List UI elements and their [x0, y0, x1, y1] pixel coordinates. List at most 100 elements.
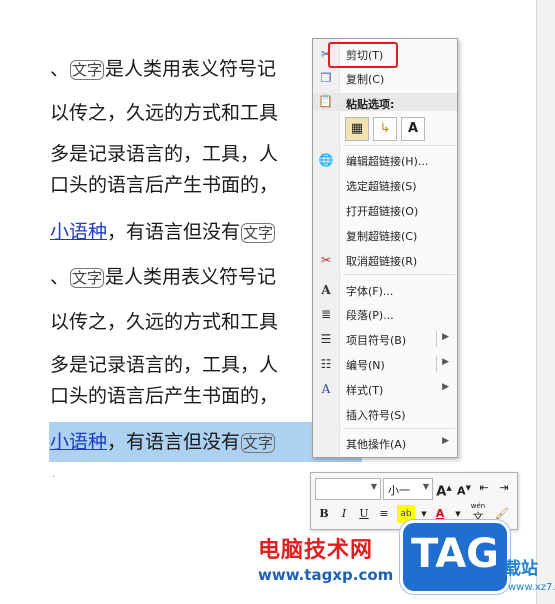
- submenu-arrow-icon: ▶: [442, 332, 449, 342]
- copy-icon: ❐: [320, 71, 332, 85]
- doc-line-5[interactable]: 小语种，有语言但没有 文字: [50, 219, 276, 245]
- submenu-arrow-icon: ▶: [442, 436, 449, 446]
- center-align-button[interactable]: ≡: [375, 505, 393, 523]
- paste-options-header: 📋 粘贴选项:: [313, 93, 457, 111]
- doc-line-4[interactable]: 口头的语言后产生书面的，: [50, 172, 278, 198]
- menu-label-styles: 样式(T): [346, 384, 384, 397]
- fancy-text: 文字: [241, 433, 276, 453]
- menu-label-copy: 复制(C): [346, 73, 385, 86]
- menu-label-bullets: 项目符号(B): [346, 334, 407, 347]
- highlight-annotation-box: [328, 42, 398, 68]
- menu-label-paste-options: 粘贴选项:: [346, 98, 395, 111]
- menu-label-edit-hyperlink: 编辑超链接(H)...: [346, 155, 429, 168]
- numbering-icon: ☷: [320, 357, 332, 371]
- underline-button[interactable]: U: [355, 505, 373, 523]
- line-text: 多是记录语言的，工具，人: [50, 354, 279, 376]
- menu-item-other-actions[interactable]: 其他操作(A) ▶: [313, 432, 457, 454]
- italic-button[interactable]: I: [335, 505, 353, 523]
- fancy-text: 文字: [70, 268, 105, 288]
- menu-label-copy-hyperlink: 复制超链接(C): [346, 230, 418, 243]
- menu-item-open-hyperlink[interactable]: 打开超链接(O): [313, 199, 457, 221]
- bullets-icon: ☰: [320, 332, 332, 346]
- menu-label-font: 字体(F)...: [346, 285, 394, 298]
- line-text: 是人类用表义符号记: [105, 266, 277, 288]
- menu-separator: [343, 145, 455, 146]
- fancy-text: 文字: [70, 60, 105, 80]
- watermark-url: www.tagxp.com: [258, 566, 394, 584]
- clipboard-icon: 📋: [318, 94, 333, 108]
- menu-separator: [343, 274, 455, 275]
- line-prefix: 、: [50, 266, 70, 288]
- line-text: 以传之，久远的方式和工具: [50, 102, 279, 124]
- doc-line-1[interactable]: 、文字 是人类用表义符号记: [50, 56, 276, 82]
- watermark-tag-logo: TAG: [400, 520, 510, 594]
- submenu-arrow-icon: ▶: [442, 357, 449, 367]
- line-text: 多是记录语言的，工具，人: [50, 143, 279, 165]
- watermark-site-name: 电脑技术网: [258, 538, 374, 563]
- menu-item-styles[interactable]: A 样式(T) ▶: [313, 378, 457, 400]
- menu-item-remove-hyperlink[interactable]: ✂ 取消超链接(R): [313, 249, 457, 271]
- submenu-split: [436, 331, 437, 347]
- chevron-down-icon: ▼: [422, 482, 429, 491]
- doc-line-2[interactable]: 以传之，久远的方式和工具: [50, 100, 278, 126]
- watermark-tag-text: TAG: [411, 531, 499, 577]
- chevron-down-icon: ▼: [370, 482, 377, 491]
- menu-item-insert-symbol[interactable]: 插入符号(S): [313, 403, 457, 425]
- watermark-right-text: 载站: [504, 559, 538, 579]
- paste-keep-format-button[interactable]: ▦: [345, 117, 369, 141]
- line-text: 以传之，久远的方式和工具: [50, 311, 279, 333]
- unlink-icon: ✂: [320, 253, 332, 267]
- font-size-dropdown[interactable]: 小一 ▼: [383, 478, 433, 500]
- menu-item-numbering[interactable]: ☷ 编号(N) ▶: [313, 353, 457, 375]
- hyperlink[interactable]: 小语种: [50, 431, 107, 453]
- menu-label-insert-symbol: 插入符号(S): [346, 409, 406, 422]
- line-prefix: 、: [50, 58, 70, 80]
- paragraph-icon: ≣: [320, 307, 332, 321]
- menu-label-select-hyperlink: 选定超链接(S): [346, 180, 417, 193]
- phonetic-guide-button[interactable]: wén 文: [467, 501, 489, 523]
- globe-link-icon: 🌐: [318, 153, 334, 167]
- menu-label-open-hyperlink: 打开超链接(O): [346, 205, 419, 218]
- menu-label-remove-hyperlink: 取消超链接(R): [346, 255, 418, 268]
- shrink-font-button[interactable]: A▼: [455, 479, 473, 498]
- doc-line-9[interactable]: 口头的语言后产生书面的，: [50, 383, 278, 409]
- doc-line-6[interactable]: 、文字 是人类用表义符号记: [50, 264, 276, 290]
- grow-font-button[interactable]: A▲: [435, 479, 453, 499]
- line-text: 是人类用表义符号记: [105, 58, 277, 80]
- hyperlink[interactable]: 小语种: [50, 221, 107, 243]
- doc-line-3[interactable]: 多是记录语言的，工具，人: [50, 141, 278, 167]
- menu-item-select-hyperlink[interactable]: 选定超链接(S): [313, 174, 457, 196]
- menu-item-copy[interactable]: ❐ 复制(C): [313, 67, 457, 89]
- line-text: 口头的语言后产生书面的，: [50, 174, 279, 196]
- doc-line-8[interactable]: 多是记录语言的，工具，人: [50, 352, 278, 378]
- menu-label-other-actions: 其他操作(A): [346, 438, 407, 451]
- line-text: ，有语言但没有: [107, 221, 241, 243]
- font-icon: A: [321, 283, 331, 297]
- submenu-arrow-icon: ▶: [442, 382, 449, 392]
- paste-text-only-button[interactable]: A: [401, 117, 425, 141]
- doc-line-10[interactable]: 小语种，有语言但没有 文字: [50, 429, 276, 455]
- menu-separator: [343, 428, 455, 429]
- paragraph-mark: ·: [52, 472, 56, 483]
- submenu-split: [436, 356, 437, 372]
- watermark-right-url: www.xz7.com: [508, 582, 555, 593]
- fancy-text: 文字: [241, 223, 276, 243]
- doc-line-7[interactable]: 以传之，久远的方式和工具: [50, 309, 278, 335]
- menu-label-numbering: 编号(N): [346, 359, 385, 372]
- font-name-dropdown[interactable]: ▼: [315, 478, 381, 500]
- increase-indent-button[interactable]: ⇥: [495, 479, 513, 497]
- font-size-value: 小一: [388, 484, 410, 497]
- decrease-indent-button[interactable]: ⇤: [475, 479, 493, 497]
- bold-button[interactable]: B: [315, 505, 333, 523]
- context-menu: ✂ 剪切(T) ❐ 复制(C) 📋 粘贴选项: ▦ ↳ A 🌐 编辑超链接(H)…: [312, 38, 458, 458]
- styles-icon: A: [321, 382, 331, 396]
- line-text: ，有语言但没有: [107, 431, 241, 453]
- menu-item-font[interactable]: A 字体(F)...: [313, 279, 457, 301]
- menu-item-edit-hyperlink[interactable]: 🌐 编辑超链接(H)...: [313, 149, 457, 171]
- menu-label-paragraph: 段落(P)...: [346, 309, 394, 322]
- menu-item-bullets[interactable]: ☰ 项目符号(B) ▶: [313, 328, 457, 350]
- menu-item-paragraph[interactable]: ≣ 段落(P)...: [313, 303, 457, 325]
- menu-item-copy-hyperlink[interactable]: 复制超链接(C): [313, 224, 457, 246]
- line-text: 口头的语言后产生书面的，: [50, 385, 279, 407]
- paste-merge-format-button[interactable]: ↳: [373, 117, 397, 141]
